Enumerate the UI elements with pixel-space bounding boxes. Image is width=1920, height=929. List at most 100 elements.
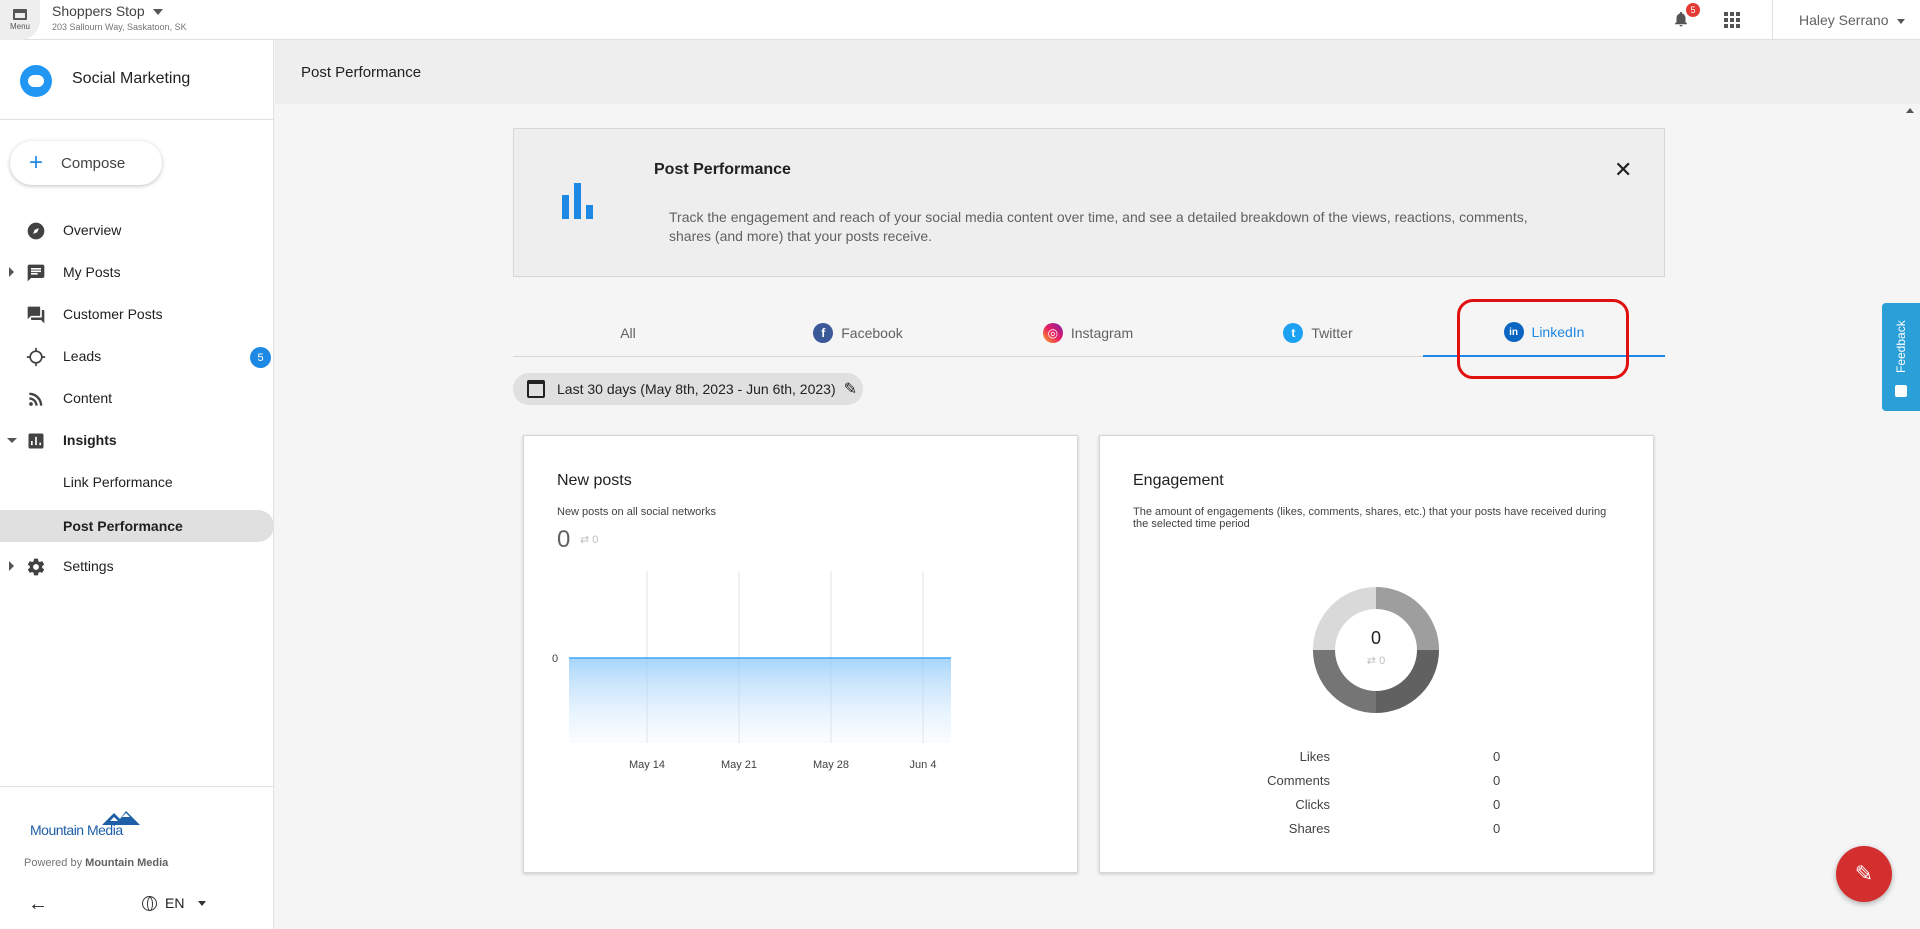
stat-clicks: Clicks 0 <box>1295 797 1501 812</box>
x-tick-label: May 28 <box>813 759 849 771</box>
highlight-annotation <box>1457 299 1629 379</box>
tab-instagram[interactable]: ◎ Instagram <box>973 309 1203 357</box>
apps-grid-icon[interactable] <box>1724 12 1740 28</box>
tab-label: Twitter <box>1311 325 1353 341</box>
sidebar-item-settings[interactable]: Settings <box>0 550 274 582</box>
card-title: Engagement <box>1133 472 1224 489</box>
sidebar: Social Marketing + Compose Overview My P… <box>0 40 274 929</box>
sidebar-item-my-posts[interactable]: My Posts <box>0 256 274 288</box>
sidebar-item-link-performance[interactable]: Link Performance <box>0 466 274 498</box>
card-title: New posts <box>557 472 632 489</box>
engagement-donut <box>1313 587 1439 713</box>
store-icon <box>13 9 27 20</box>
menu-button[interactable]: Menu <box>0 0 40 40</box>
top-bar: Menu Shoppers Stop 203 Sallourn Way, Sas… <box>0 0 1920 40</box>
tab-facebook[interactable]: f Facebook <box>743 309 973 357</box>
compose-button[interactable]: + Compose <box>10 141 162 185</box>
sidebar-item-post-performance[interactable]: Post Performance <box>0 510 274 542</box>
tab-twitter[interactable]: t Twitter <box>1203 309 1433 357</box>
leads-count-badge: 5 <box>250 347 271 368</box>
bar-chart-icon <box>28 433 44 449</box>
card-subtitle: The amount of engagements (likes, commen… <box>1133 506 1607 530</box>
facebook-icon: f <box>813 323 834 343</box>
feedback-label: Feedback <box>1894 320 1908 373</box>
pencil-icon: ✎ <box>1854 861 1874 886</box>
card-subtitle: New posts on all social networks <box>557 506 716 518</box>
new-posts-card: New posts New posts on all social networ… <box>523 435 1078 873</box>
feedback-tab[interactable]: Feedback <box>1882 303 1920 411</box>
back-arrow-icon[interactable]: ← <box>28 893 48 916</box>
sidebar-footer: Mountain Media Powered by Mountain Media… <box>0 786 274 929</box>
chat-icon <box>27 264 45 282</box>
tab-all[interactable]: All <box>513 309 743 357</box>
caret-down-icon <box>1896 18 1905 24</box>
user-menu[interactable]: Haley Serrano <box>1799 12 1905 28</box>
menu-label: Menu <box>9 22 30 31</box>
bar-chart-icon <box>562 183 602 219</box>
sidebar-header: Social Marketing <box>0 40 274 120</box>
trend-icon: ⇄ <box>1366 655 1377 667</box>
plus-icon: + <box>29 149 44 176</box>
sidebar-item-insights[interactable]: Insights <box>0 424 274 456</box>
new-posts-chart: 0 May 14 May 21 May 28 Jun 4 <box>552 571 951 771</box>
stat-comments: Comments 0 <box>1267 773 1501 788</box>
mountain-media-logo: Mountain Media <box>30 811 140 838</box>
sidebar-item-label: Customer Posts <box>63 306 163 322</box>
date-range-filter[interactable]: Last 30 days (May 8th, 2023 - Jun 6th, 2… <box>513 373 863 405</box>
caret-down-icon <box>152 9 163 16</box>
twitter-icon: t <box>1283 323 1304 343</box>
sidebar-item-customer-posts[interactable]: Customer Posts <box>0 298 274 330</box>
caret-right-icon[interactable] <box>9 267 14 277</box>
y-tick-label: 0 <box>552 653 558 665</box>
business-name: Shoppers Stop <box>52 3 145 19</box>
sidebar-item-overview[interactable]: Overview <box>0 214 274 246</box>
compose-label: Compose <box>61 154 126 172</box>
page-title: Post Performance <box>301 64 422 81</box>
sidebar-item-label: Content <box>63 390 113 406</box>
business-address: 203 Sallourn Way, Saskatoon, SK <box>52 22 187 32</box>
edit-fab-button[interactable]: ✎ <box>1836 846 1892 902</box>
sidebar-item-label: Post Performance <box>63 518 183 534</box>
compass-icon <box>27 222 45 240</box>
social-marketing-logo-icon <box>20 65 52 97</box>
edit-pencil-icon[interactable]: ✎ <box>844 379 857 399</box>
stat-likes: Likes 0 <box>1299 749 1501 764</box>
instagram-icon: ◎ <box>1042 323 1063 343</box>
user-name: Haley Serrano <box>1799 12 1889 28</box>
sidebar-item-label: Overview <box>63 222 122 238</box>
new-posts-delta: ⇄ 0 <box>580 534 599 546</box>
engagement-delta: ⇄ 0 <box>1366 655 1386 667</box>
powered-by: Powered by Mountain Media <box>24 857 169 869</box>
caret-right-icon[interactable] <box>9 561 14 571</box>
x-tick-label: May 21 <box>721 759 757 771</box>
sidebar-item-leads[interactable]: Leads 5 <box>0 340 274 372</box>
sidebar-item-content[interactable]: Content <box>0 382 274 414</box>
x-tick-label: May 14 <box>629 759 665 771</box>
caret-down-icon <box>198 900 207 906</box>
notification-badge: 5 <box>1686 3 1700 17</box>
date-range-label: Last 30 days (May 8th, 2023 - Jun 6th, 2… <box>557 381 836 397</box>
sidebar-item-label: Settings <box>63 558 114 574</box>
chart-area-fill <box>569 658 951 743</box>
page-header: Post Performance <box>275 40 1920 104</box>
caret-down-icon[interactable] <box>7 437 17 443</box>
language-selector[interactable]: EN <box>142 895 207 911</box>
banner-description: Track the engagement and reach of your s… <box>669 209 1528 244</box>
tab-label: Facebook <box>841 325 903 341</box>
gear-icon <box>27 558 45 576</box>
trend-icon: ⇄ <box>580 534 590 546</box>
stat-shares: Shares 0 <box>1288 821 1501 836</box>
language-label: EN <box>165 895 185 911</box>
business-switcher[interactable]: Shoppers Stop <box>52 3 163 19</box>
calendar-icon <box>527 380 545 398</box>
engagement-value: 0 <box>1370 628 1381 648</box>
tab-label: All <box>620 325 636 341</box>
close-icon[interactable]: ✕ <box>1614 157 1632 183</box>
x-tick-label: Jun 4 <box>910 759 937 771</box>
divider <box>1772 0 1773 40</box>
feedback-icon <box>1895 385 1907 397</box>
scroll-up-arrow[interactable] <box>1906 108 1914 113</box>
svg-text:Mountain Media: Mountain Media <box>30 822 123 838</box>
info-banner: Post Performance Track the engagement an… <box>513 128 1665 277</box>
banner-title: Post Performance <box>654 161 791 178</box>
